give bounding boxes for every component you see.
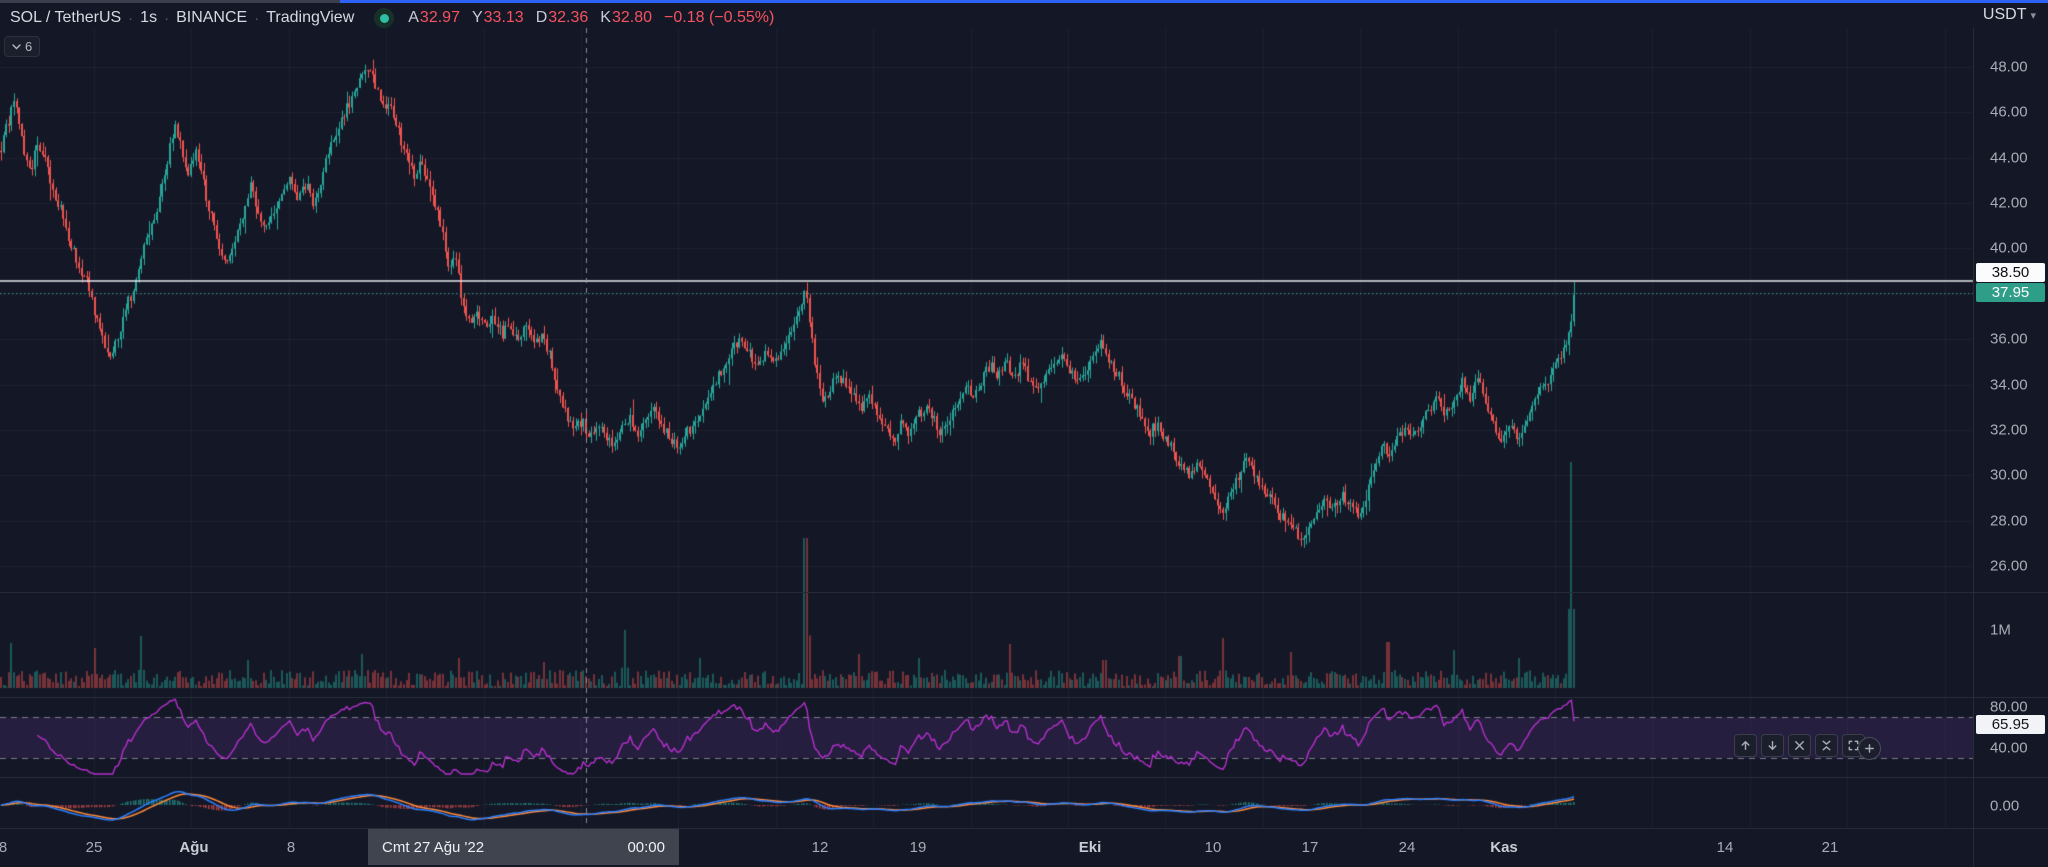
- interval-label[interactable]: 1s: [140, 9, 157, 27]
- ohlc-item: Y33.13: [472, 9, 524, 27]
- time-axis[interactable]: 825Ağu8151219Eki101724Kas1421 Cmt 27 Ağu…: [0, 828, 2048, 867]
- legend-collapse-button[interactable]: 6: [4, 36, 40, 57]
- price-axis-label: 46.00: [1990, 104, 2028, 121]
- price-axis-label: 30.00: [1990, 467, 2028, 484]
- platform-label: TradingView: [266, 9, 354, 27]
- pane-separator[interactable]: [0, 592, 2048, 593]
- price-axis-label: 40.00: [1990, 240, 2028, 257]
- price-axis-label: 48.00: [1990, 59, 2028, 76]
- hidden-rows-count: 6: [25, 39, 32, 54]
- price-axis-label: 44.00: [1990, 150, 2028, 167]
- ohlc-item: K32.80: [600, 9, 652, 27]
- change-value: −0.18 (−0.55%): [664, 9, 774, 27]
- time-axis-label: 21: [1822, 839, 1839, 856]
- last-price-label: 37.95: [1976, 283, 2045, 302]
- exchange-label: BINANCE: [176, 9, 247, 27]
- pane-separator[interactable]: [0, 777, 2048, 778]
- symbol-legend[interactable]: SOL / TetherUS · 1s · BINANCE · TradingV…: [10, 6, 774, 30]
- pane-separator[interactable]: [0, 697, 2048, 698]
- crosshair-time: 00:00: [627, 839, 665, 856]
- chevron-down-icon: ▾: [2030, 9, 2036, 22]
- price-axis-label: 28.00: [1990, 513, 2028, 530]
- time-axis-label: 24: [1399, 839, 1416, 856]
- currency-label: USDT: [1983, 6, 2027, 24]
- time-axis-label: 12: [812, 839, 829, 856]
- time-axis-label: 8: [0, 839, 7, 856]
- loading-bar-progress: [340, 0, 2048, 3]
- pane-controls: [1734, 734, 1865, 757]
- close-icon: [1793, 739, 1806, 752]
- move-pane-down-button[interactable]: [1761, 734, 1784, 757]
- price-axis-label: 34.00: [1990, 377, 2028, 394]
- crosshair-date: Cmt 27 Ağu '22: [382, 839, 484, 856]
- separator-dot: ·: [128, 10, 133, 27]
- move-pane-up-button[interactable]: [1734, 734, 1757, 757]
- price-axis-label: 1M: [1990, 622, 2011, 639]
- time-axis-label: 19: [910, 839, 927, 856]
- rsi-value-label: 65.95: [1976, 715, 2045, 734]
- crosshair-time-label: Cmt 27 Ağu '22 00:00: [368, 829, 679, 865]
- chevron-down-icon: [12, 44, 21, 50]
- time-axis-label: Kas: [1490, 839, 1518, 856]
- separator-dot: ·: [164, 10, 169, 27]
- collapse-icon: [1820, 739, 1833, 752]
- price-axis-border: [1973, 28, 1974, 867]
- tradingview-chart-window: SOL / TetherUS · 1s · BINANCE · TradingV…: [0, 0, 2048, 867]
- price-line-label: 38.50: [1976, 263, 2045, 282]
- arrow-down-icon: [1766, 739, 1779, 752]
- time-axis-label: Ağu: [179, 839, 208, 856]
- price-axis-label: 36.00: [1990, 331, 2028, 348]
- ohlc-values: A32.97 Y33.13 D32.36 K32.80: [408, 9, 652, 27]
- arrow-up-icon: [1739, 739, 1752, 752]
- symbol-title[interactable]: SOL / TetherUS: [10, 9, 121, 27]
- collapse-pane-button[interactable]: [1815, 734, 1838, 757]
- time-axis-label: 17: [1302, 839, 1319, 856]
- currency-selector[interactable]: USDT ▾: [1983, 6, 2036, 24]
- loading-bar: [0, 0, 340, 3]
- time-axis-label: 8: [287, 839, 295, 856]
- time-axis-label: 10: [1205, 839, 1222, 856]
- price-axis-label: 40.00: [1990, 740, 2028, 757]
- separator-dot: ·: [254, 10, 259, 27]
- price-axis-label: 80.00: [1990, 699, 2028, 716]
- ohlc-item: D32.36: [536, 9, 589, 27]
- time-axis-label: 14: [1717, 839, 1734, 856]
- close-pane-button[interactable]: [1788, 734, 1811, 757]
- price-axis-label: 0.00: [1990, 798, 2019, 815]
- price-axis-label: 32.00: [1990, 422, 2028, 439]
- price-axis-label: 26.00: [1990, 558, 2028, 575]
- time-axis-label: Eki: [1079, 839, 1102, 856]
- time-axis-label: 25: [86, 839, 103, 856]
- ohlc-item: A32.97: [408, 9, 460, 27]
- price-axis-label: 42.00: [1990, 195, 2028, 212]
- market-status-icon[interactable]: [374, 8, 394, 28]
- plus-circle-icon[interactable]: [1858, 737, 1881, 760]
